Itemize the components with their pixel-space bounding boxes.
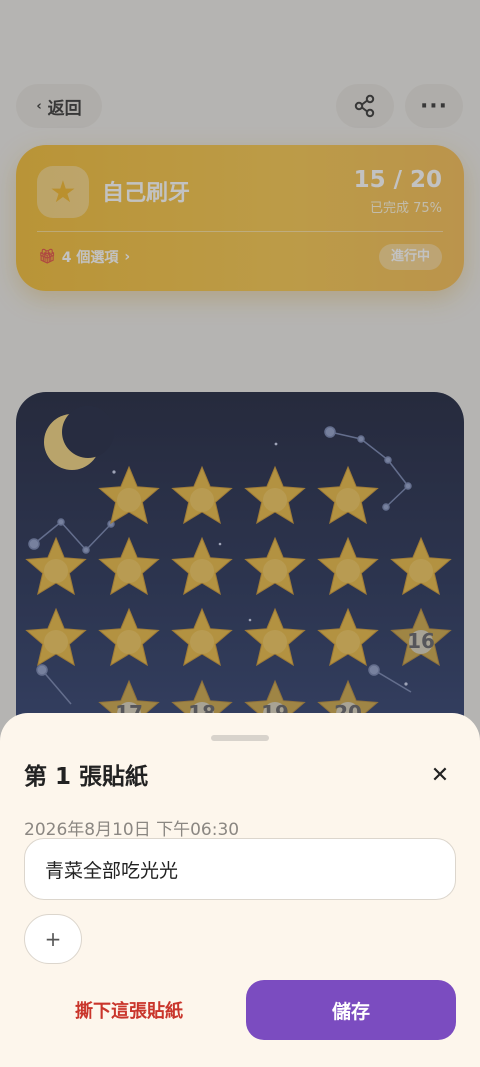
close-button[interactable]: ✕ xyxy=(422,757,458,793)
note-input[interactable] xyxy=(24,838,456,900)
remove-sticker-button[interactable]: 撕下這張貼紙 xyxy=(24,980,234,1040)
drag-handle[interactable] xyxy=(211,735,269,741)
sticker-date: 2026年8月10日 下午06:30 xyxy=(24,820,240,840)
add-button[interactable]: + xyxy=(24,914,82,964)
sticker-sheet: 第 1 張貼紙 ✕ 2026年8月10日 下午06:30 + 撕下這張貼紙 儲存 xyxy=(0,713,480,1067)
save-button[interactable]: 儲存 xyxy=(246,980,456,1040)
sheet-title: 第 1 張貼紙 xyxy=(24,764,149,790)
